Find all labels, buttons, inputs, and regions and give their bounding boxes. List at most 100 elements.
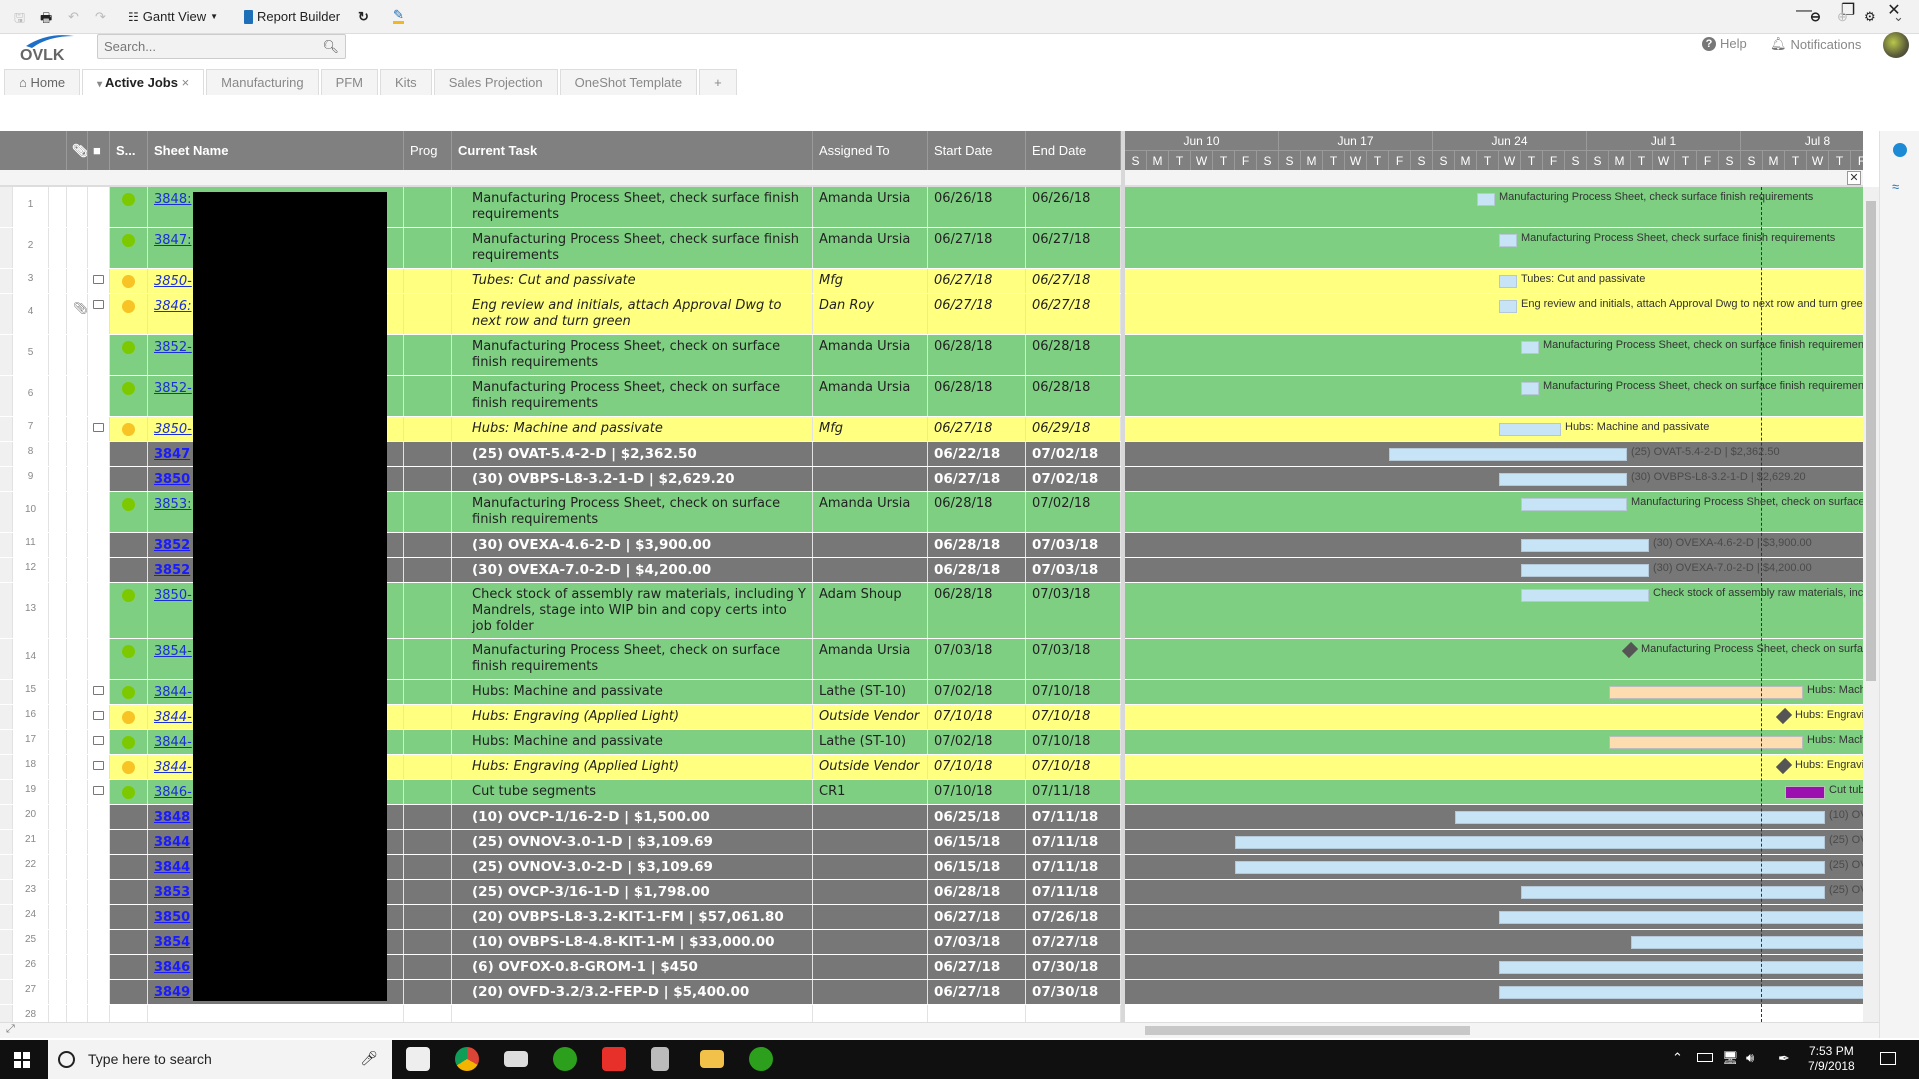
- gantt-bar[interactable]: [1521, 539, 1649, 552]
- sheet-name-cell[interactable]: [148, 1005, 404, 1022]
- row-drag-handle[interactable]: [0, 680, 13, 704]
- start-date-cell[interactable]: 06/27/18: [928, 955, 1026, 979]
- close-tab-icon[interactable]: ×: [178, 75, 190, 90]
- sheet-name-link[interactable]: 3850-: [154, 422, 192, 437]
- row-action-cell[interactable]: [49, 417, 67, 441]
- start-date-cell[interactable]: 06/22/18: [928, 442, 1026, 466]
- attachment-cell[interactable]: [67, 467, 88, 491]
- current-task-cell[interactable]: (25) OVAT-5.4-2-D | $2,362.50: [452, 442, 813, 466]
- gantt-bar[interactable]: [1499, 275, 1517, 288]
- comment-cell[interactable]: [88, 294, 110, 334]
- row-drag-handle[interactable]: [0, 755, 13, 779]
- status-cell[interactable]: [110, 533, 148, 557]
- assigned-to-cell[interactable]: Mfg: [813, 417, 928, 441]
- row-drag-handle[interactable]: [0, 558, 13, 582]
- end-date-cell[interactable]: 06/27/18: [1026, 269, 1121, 293]
- current-task-cell[interactable]: Check stock of assembly raw materials, i…: [452, 583, 813, 638]
- comment-cell[interactable]: [88, 492, 110, 532]
- sheet-name-link[interactable]: 3844-: [154, 760, 192, 775]
- prog-cell[interactable]: [404, 376, 452, 416]
- table-row[interactable]: 19 3846- Cut tube segments CR1 07/10/18 07/11…: [0, 780, 1121, 805]
- vertical-scroll-thumb[interactable]: [1866, 201, 1876, 681]
- status-cell[interactable]: [110, 583, 148, 638]
- sheet-name-link[interactable]: 3854: [154, 935, 190, 950]
- gantt-bar[interactable]: [1499, 961, 1863, 974]
- status-cell[interactable]: [110, 805, 148, 829]
- sheet-name-link[interactable]: 3844-: [154, 685, 192, 700]
- comment-column-icon[interactable]: ■: [88, 131, 110, 170]
- row-action-cell[interactable]: [49, 880, 67, 904]
- prog-cell[interactable]: [404, 187, 452, 227]
- status-cell[interactable]: [110, 269, 148, 293]
- attachment-cell[interactable]: [67, 228, 88, 268]
- table-row[interactable]: 6 3852- Manufacturing Process Sheet, check…: [0, 376, 1121, 417]
- current-task-cell[interactable]: Cut tube segments: [452, 780, 813, 804]
- attachment-cell[interactable]: [67, 780, 88, 804]
- gantt-bar[interactable]: [1521, 886, 1825, 899]
- end-date-cell[interactable]: 07/10/18: [1026, 680, 1121, 704]
- prog-cell[interactable]: [404, 930, 452, 954]
- row-drag-handle[interactable]: [0, 805, 13, 829]
- row-action-cell[interactable]: [49, 639, 67, 679]
- row-drag-handle[interactable]: [0, 1005, 13, 1022]
- end-date-cell[interactable]: 07/02/18: [1026, 467, 1121, 491]
- table-row[interactable]: 25 3854 (10) OVBPS-L8-4.8-KIT-1-M | $33,00…: [0, 930, 1121, 955]
- current-task-cell[interactable]: (25) OVNOV-3.0-2-D | $3,109.69: [452, 855, 813, 879]
- table-row[interactable]: 2 3847: Manufacturing Process Sheet, check…: [0, 228, 1121, 269]
- current-task-cell[interactable]: Tubes: Cut and passivate: [452, 269, 813, 293]
- row-drag-handle[interactable]: [0, 467, 13, 491]
- row-drag-handle[interactable]: [0, 492, 13, 532]
- row-action-cell[interactable]: [49, 558, 67, 582]
- gantt-bar[interactable]: [1235, 836, 1825, 849]
- settings-gear-icon[interactable]: ⚙: [1864, 9, 1876, 25]
- row-action-cell[interactable]: [49, 492, 67, 532]
- end-date-cell[interactable]: 07/26/18: [1026, 905, 1121, 929]
- sheet-name-link[interactable]: 3844: [154, 835, 190, 850]
- end-date-cell[interactable]: 07/30/18: [1026, 980, 1121, 1004]
- row-action-cell[interactable]: [49, 467, 67, 491]
- current-task-cell[interactable]: Manufacturing Process Sheet, check on su…: [452, 492, 813, 532]
- gantt-bar[interactable]: [1499, 473, 1627, 486]
- sheet-name-link[interactable]: 3852-: [154, 381, 192, 396]
- end-date-cell[interactable]: 07/27/18: [1026, 930, 1121, 954]
- table-row[interactable]: 7 3850- Hubs: Machine and passivate Mfg 06/2…: [0, 417, 1121, 442]
- status-cell[interactable]: [110, 187, 148, 227]
- status-cell[interactable]: [110, 955, 148, 979]
- attachment-cell[interactable]: [67, 880, 88, 904]
- current-task-cell[interactable]: Manufacturing Process Sheet, check on su…: [452, 639, 813, 679]
- sheet-name-link[interactable]: 3846: [154, 960, 190, 975]
- assigned-to-cell[interactable]: Amanda Ursia: [813, 335, 928, 375]
- end-date-cell[interactable]: 07/02/18: [1026, 492, 1121, 532]
- comment-cell[interactable]: [88, 639, 110, 679]
- start-date-cell[interactable]: 06/27/18: [928, 980, 1026, 1004]
- horizontal-scrollbar[interactable]: ⤢: [0, 1022, 1879, 1038]
- attachment-cell[interactable]: 📎︎: [67, 294, 88, 334]
- gantt-view-button[interactable]: ☷ Gantt View ▼: [128, 9, 218, 24]
- current-task-cell[interactable]: Manufacturing Process Sheet, check surfa…: [452, 228, 813, 268]
- comment-cell[interactable]: [88, 780, 110, 804]
- row-action-cell[interactable]: [49, 805, 67, 829]
- prog-cell[interactable]: [404, 955, 452, 979]
- end-date-cell[interactable]: 07/03/18: [1026, 639, 1121, 679]
- status-cell[interactable]: [110, 680, 148, 704]
- assigned-to-cell[interactable]: Dan Roy: [813, 294, 928, 334]
- assigned-to-cell[interactable]: Amanda Ursia: [813, 492, 928, 532]
- assigned-to-cell[interactable]: Amanda Ursia: [813, 187, 928, 227]
- attachment-cell[interactable]: [67, 730, 88, 754]
- report-builder-button[interactable]: Report Builder: [244, 9, 340, 24]
- start-date-cell[interactable]: 06/28/18: [928, 583, 1026, 638]
- end-date-cell[interactable]: 07/11/18: [1026, 805, 1121, 829]
- sheet-name-link[interactable]: 3854-: [154, 644, 192, 659]
- table-row[interactable]: 16 3844- Hubs: Engraving (Applied Light) Ou…: [0, 705, 1121, 730]
- status-cell[interactable]: [110, 755, 148, 779]
- undo-icon[interactable]: ↶: [68, 9, 79, 25]
- gantt-bar[interactable]: [1499, 911, 1863, 924]
- comment-cell[interactable]: [88, 533, 110, 557]
- attachment-cell[interactable]: [67, 955, 88, 979]
- gantt-bar[interactable]: [1609, 686, 1803, 699]
- globe-icon[interactable]: [1893, 143, 1907, 157]
- comment-cell[interactable]: [88, 880, 110, 904]
- attachment-cell[interactable]: [67, 533, 88, 557]
- end-date-cell[interactable]: 07/10/18: [1026, 730, 1121, 754]
- start-date-cell[interactable]: 06/25/18: [928, 805, 1026, 829]
